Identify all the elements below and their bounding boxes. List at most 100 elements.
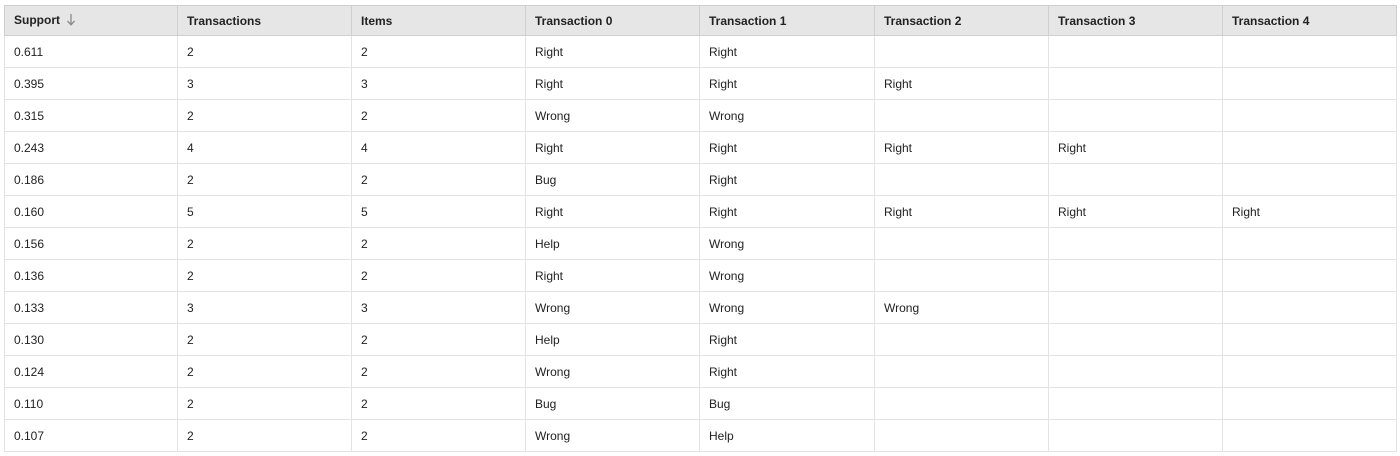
cell-support: 0.107 bbox=[4, 419, 178, 452]
cell-transaction-3 bbox=[1048, 35, 1223, 68]
cell-transaction-0: Right bbox=[525, 67, 700, 100]
cell-support: 0.160 bbox=[4, 195, 178, 228]
cell-transactions: 4 bbox=[177, 131, 352, 164]
column-header-transaction-2[interactable]: Transaction 2 bbox=[874, 5, 1049, 36]
column-header-transaction-0[interactable]: Transaction 0 bbox=[525, 5, 700, 36]
cell-transactions: 3 bbox=[177, 67, 352, 100]
cell-transaction-4 bbox=[1222, 419, 1397, 452]
cell-transaction-3: Right bbox=[1048, 131, 1223, 164]
cell-transaction-3 bbox=[1048, 227, 1223, 260]
cell-transaction-1: Wrong bbox=[699, 227, 875, 260]
cell-transaction-0: Right bbox=[525, 35, 700, 68]
cell-items: 4 bbox=[351, 131, 526, 164]
cell-transaction-4 bbox=[1222, 227, 1397, 260]
cell-support: 0.243 bbox=[4, 131, 178, 164]
cell-transaction-0: Wrong bbox=[525, 355, 700, 388]
cell-transaction-1: Right bbox=[699, 163, 875, 196]
cell-items: 3 bbox=[351, 67, 526, 100]
cell-transaction-3 bbox=[1048, 99, 1223, 132]
table-row[interactable]: 0.136 2 2 Right Wrong bbox=[4, 259, 1397, 292]
cell-items: 2 bbox=[351, 99, 526, 132]
cell-transaction-1: Wrong bbox=[699, 99, 875, 132]
cell-transaction-0: Wrong bbox=[525, 419, 700, 452]
column-header-label: Transaction 2 bbox=[884, 13, 962, 28]
cell-items: 2 bbox=[351, 35, 526, 68]
cell-transactions: 2 bbox=[177, 355, 352, 388]
cell-transaction-2 bbox=[874, 227, 1049, 260]
cell-transaction-1: Right bbox=[699, 195, 875, 228]
cell-transaction-4 bbox=[1222, 291, 1397, 324]
cell-transaction-4 bbox=[1222, 35, 1397, 68]
cell-support: 0.110 bbox=[4, 387, 178, 420]
table-row[interactable]: 0.395 3 3 Right Right Right bbox=[4, 67, 1397, 100]
cell-transaction-2: Right bbox=[874, 67, 1049, 100]
cell-items: 5 bbox=[351, 195, 526, 228]
cell-support: 0.136 bbox=[4, 259, 178, 292]
table-header: Support Transactions Items Transaction 0… bbox=[4, 5, 1397, 36]
cell-transaction-3: Right bbox=[1048, 195, 1223, 228]
table-row[interactable]: 0.186 2 2 Bug Right bbox=[4, 163, 1397, 196]
cell-transaction-4 bbox=[1222, 323, 1397, 356]
cell-transaction-1: Right bbox=[699, 131, 875, 164]
cell-transaction-1: Right bbox=[699, 67, 875, 100]
column-header-transaction-3[interactable]: Transaction 3 bbox=[1048, 5, 1223, 36]
column-header-transaction-4[interactable]: Transaction 4 bbox=[1222, 5, 1397, 36]
column-header-transaction-1[interactable]: Transaction 1 bbox=[699, 5, 875, 36]
cell-transaction-3 bbox=[1048, 355, 1223, 388]
cell-transaction-4 bbox=[1222, 99, 1397, 132]
cell-support: 0.315 bbox=[4, 99, 178, 132]
cell-transaction-2 bbox=[874, 323, 1049, 356]
cell-transaction-1: Help bbox=[699, 419, 875, 452]
cell-transactions: 2 bbox=[177, 99, 352, 132]
cell-transactions: 2 bbox=[177, 259, 352, 292]
cell-transaction-3 bbox=[1048, 387, 1223, 420]
cell-transaction-0: Wrong bbox=[525, 99, 700, 132]
cell-items: 2 bbox=[351, 419, 526, 452]
cell-items: 2 bbox=[351, 163, 526, 196]
cell-items: 2 bbox=[351, 387, 526, 420]
cell-support: 0.124 bbox=[4, 355, 178, 388]
cell-transaction-4 bbox=[1222, 131, 1397, 164]
table-row[interactable]: 0.611 2 2 Right Right bbox=[4, 35, 1397, 68]
cell-transaction-1: Right bbox=[699, 355, 875, 388]
table-row[interactable]: 0.156 2 2 Help Wrong bbox=[4, 227, 1397, 260]
table-row[interactable]: 0.160 5 5 Right Right Right Right Right bbox=[4, 195, 1397, 228]
cell-transactions: 2 bbox=[177, 323, 352, 356]
cell-transaction-4 bbox=[1222, 67, 1397, 100]
column-header-label: Transaction 0 bbox=[535, 13, 613, 28]
cell-items: 3 bbox=[351, 291, 526, 324]
cell-transaction-4 bbox=[1222, 355, 1397, 388]
column-header-support[interactable]: Support bbox=[4, 5, 178, 36]
cell-transactions: 2 bbox=[177, 227, 352, 260]
column-header-items[interactable]: Items bbox=[351, 5, 526, 36]
table-row[interactable]: 0.243 4 4 Right Right Right Right bbox=[4, 131, 1397, 164]
cell-transaction-1: Wrong bbox=[699, 291, 875, 324]
table-row[interactable]: 0.124 2 2 Wrong Right bbox=[4, 355, 1397, 388]
column-header-label: Support bbox=[14, 12, 60, 27]
table-row[interactable]: 0.110 2 2 Bug Bug bbox=[4, 387, 1397, 420]
cell-transaction-1: Bug bbox=[699, 387, 875, 420]
column-header-transactions[interactable]: Transactions bbox=[177, 5, 352, 36]
cell-transaction-2: Right bbox=[874, 195, 1049, 228]
frequent-itemsets-table-container: Support Transactions Items Transaction 0… bbox=[4, 5, 1397, 452]
cell-transaction-2 bbox=[874, 355, 1049, 388]
cell-transactions: 2 bbox=[177, 35, 352, 68]
cell-transaction-3 bbox=[1048, 291, 1223, 324]
cell-transaction-3 bbox=[1048, 419, 1223, 452]
column-header-label: Transaction 3 bbox=[1058, 13, 1136, 28]
cell-transaction-3 bbox=[1048, 323, 1223, 356]
cell-transaction-1: Right bbox=[699, 323, 875, 356]
cell-transaction-0: Right bbox=[525, 259, 700, 292]
frequent-itemsets-table: Support Transactions Items Transaction 0… bbox=[4, 5, 1397, 452]
cell-items: 2 bbox=[351, 355, 526, 388]
header-row: Support Transactions Items Transaction 0… bbox=[4, 5, 1397, 36]
cell-transaction-0: Help bbox=[525, 227, 700, 260]
table-row[interactable]: 0.315 2 2 Wrong Wrong bbox=[4, 99, 1397, 132]
cell-transactions: 2 bbox=[177, 387, 352, 420]
table-row[interactable]: 0.130 2 2 Help Right bbox=[4, 323, 1397, 356]
cell-support: 0.156 bbox=[4, 227, 178, 260]
table-row[interactable]: 0.107 2 2 Wrong Help bbox=[4, 419, 1397, 452]
cell-items: 2 bbox=[351, 259, 526, 292]
cell-transaction-2: Wrong bbox=[874, 291, 1049, 324]
table-row[interactable]: 0.133 3 3 Wrong Wrong Wrong bbox=[4, 291, 1397, 324]
